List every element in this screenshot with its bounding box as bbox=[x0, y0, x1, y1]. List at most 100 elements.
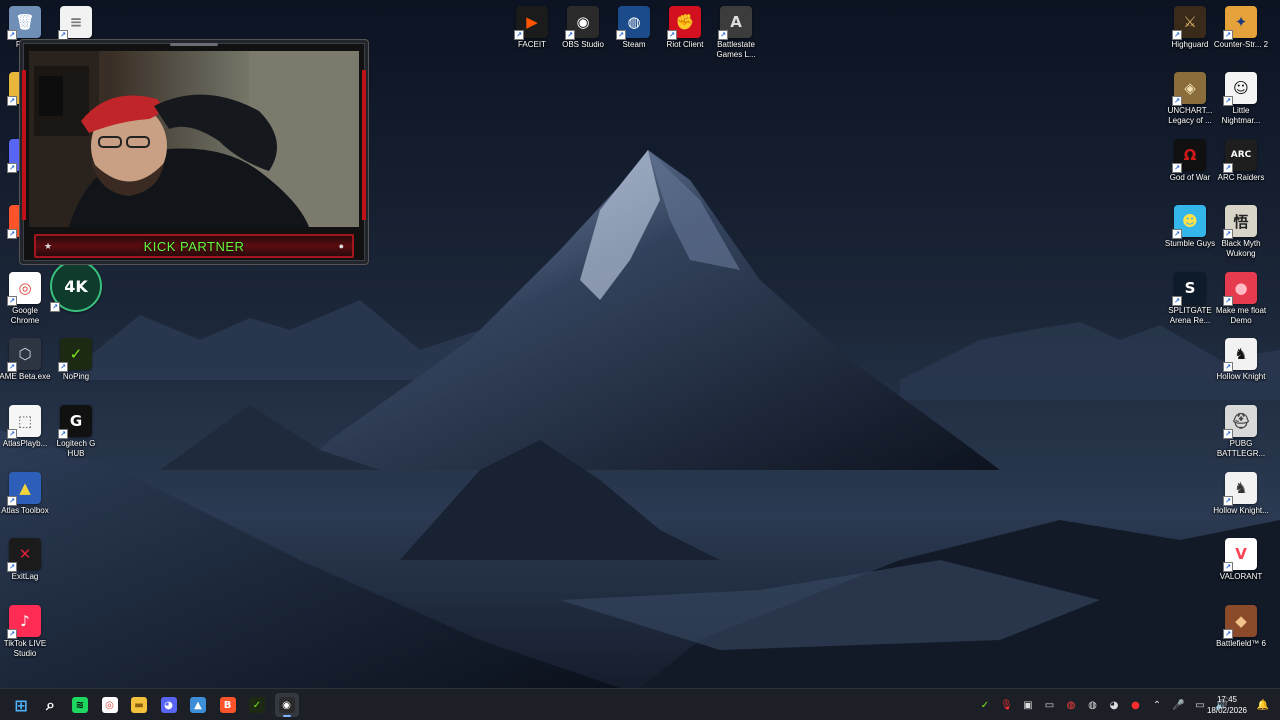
shortcut-arrow-icon: ↗ bbox=[7, 496, 17, 506]
shortcut-arrow-icon: ↗ bbox=[1223, 296, 1233, 306]
taskbar-discord-button[interactable]: ◕ bbox=[157, 693, 181, 717]
spotify-icon: ≋ bbox=[72, 697, 88, 713]
tiktok-live-icon: ♪ ↗ bbox=[7, 605, 41, 639]
taskbar-photos-button[interactable]: ▲ bbox=[186, 693, 210, 717]
desktop-shortcut-label: Google Chrome bbox=[10, 306, 40, 325]
webcam-video bbox=[29, 51, 359, 227]
taskbar-search-button[interactable]: ⌕ bbox=[39, 693, 63, 717]
god-of-war-icon: Ω ↗ bbox=[1172, 139, 1206, 173]
desktop-shortcut[interactable]: ⬚ ↗ AtlasPlayb... bbox=[0, 405, 53, 449]
shortcut-arrow-icon: ↗ bbox=[1223, 362, 1233, 372]
uncharted-icon: ◈ ↗ bbox=[1172, 72, 1206, 106]
desktop-shortcut[interactable]: ▲ ↗ Atlas Toolbox bbox=[0, 472, 53, 516]
shortcut-arrow-icon: ↗ bbox=[1172, 296, 1182, 306]
desktop-shortcut[interactable]: ≡ ↗ bbox=[48, 6, 104, 40]
desktop-shortcut[interactable]: ⛑ ↗ PUBG BATTLEGR... bbox=[1213, 405, 1269, 459]
ame-icon: ⬡ ↗ bbox=[7, 338, 41, 372]
desktop-shortcut[interactable]: ♞ ↗ Hollow Knight bbox=[1213, 338, 1269, 382]
desktop-shortcut[interactable]: ✦ ↗ Counter-Str... 2 bbox=[1213, 6, 1269, 50]
shortcut-arrow-icon: ↗ bbox=[1223, 429, 1233, 439]
desktop-shortcut[interactable]: ☺ ↗ Little Nightmar... bbox=[1213, 72, 1269, 126]
recording-tray-icon[interactable]: ● bbox=[1129, 698, 1143, 712]
desktop-shortcut-label: Riot Client bbox=[666, 40, 704, 49]
discord-tray-icon[interactable]: ◕ bbox=[1107, 698, 1121, 712]
highguard-icon: ⚔ ↗ bbox=[1172, 6, 1206, 40]
desktop-shortcut[interactable]: V ↗ VALORANT bbox=[1213, 538, 1269, 582]
clock-time: 17:45 bbox=[1216, 695, 1238, 704]
microphone-red-icon[interactable]: 🎙 bbox=[1000, 698, 1014, 712]
microphone-icon[interactable]: 🎤 bbox=[1172, 698, 1186, 712]
desktop-shortcut-label: Make me float Demo bbox=[1215, 306, 1267, 325]
shortcut-arrow-icon: ↗ bbox=[7, 629, 17, 639]
desktop-shortcut[interactable]: ⚔ ↗ Highguard bbox=[1162, 6, 1218, 50]
webcam-person-image bbox=[29, 51, 359, 227]
system-clock[interactable]: 17:45 18/02/2026 bbox=[1206, 694, 1248, 716]
desktop-shortcut-label: ARC Raiders bbox=[1217, 173, 1265, 182]
desktop-shortcut-label: OBS Studio bbox=[562, 40, 604, 49]
hollow-knight-silksong-icon: ♞ ↗ bbox=[1223, 472, 1257, 506]
desktop-shortcut[interactable]: ⬡ ↗ AME Beta.exe bbox=[0, 338, 53, 382]
windows-start-icon: ⊞ bbox=[14, 695, 28, 715]
desktop-shortcut[interactable]: A ↗ Battlestate Games L... bbox=[708, 6, 764, 60]
desktop-shortcut-label: VALORANT bbox=[1219, 572, 1263, 581]
shortcut-arrow-icon: ↗ bbox=[1223, 96, 1233, 106]
taskbar-file-explorer-button[interactable]: ▬ bbox=[127, 693, 151, 717]
desktop-shortcut[interactable]: G ↗ Logitech G HUB bbox=[48, 405, 104, 459]
desktop-shortcut[interactable]: ◎ ↗ Google Chrome bbox=[0, 272, 53, 326]
cs2-icon: ✦ ↗ bbox=[1223, 6, 1257, 40]
desktop-shortcut[interactable]: ● ↗ Make me float Demo bbox=[1213, 272, 1269, 326]
pubg-icon: ⛑ ↗ bbox=[1223, 405, 1257, 439]
desktop-shortcut[interactable]: ◉ ↗ OBS Studio bbox=[555, 6, 611, 50]
shortcut-arrow-icon: ↗ bbox=[7, 296, 17, 306]
shortcut-arrow-icon: ↗ bbox=[1223, 229, 1233, 239]
desktop-shortcut[interactable]: S ↗ SPLITGATE Arena Re... bbox=[1162, 272, 1218, 326]
overlay-accent-left bbox=[22, 70, 26, 220]
person-icon: ● bbox=[338, 241, 344, 251]
display-tray-icon[interactable]: ▭ bbox=[1043, 698, 1057, 712]
network-icon[interactable]: ▭ bbox=[1193, 698, 1207, 712]
desktop-shortcut-label: Stumble Guys bbox=[1164, 239, 1216, 248]
logitech-ghub-icon: G ↗ bbox=[58, 405, 92, 439]
riot-tray-icon[interactable]: ◍ bbox=[1064, 698, 1078, 712]
taskbar-chrome-button[interactable]: ◎ bbox=[98, 693, 122, 717]
desktop-shortcut[interactable]: ♪ ↗ TikTok LIVE Studio bbox=[0, 605, 53, 659]
taskbar-windows-start-button[interactable]: ⊞ bbox=[9, 693, 33, 717]
taskbar-brave-button[interactable]: B bbox=[216, 693, 240, 717]
desktop-shortcut[interactable]: 悟 ↗ Black Myth Wukong bbox=[1213, 205, 1269, 259]
desktop-shortcut[interactable]: 4K ↗ bbox=[48, 260, 104, 314]
desktop-shortcut[interactable]: ▶ ↗ FACEIT bbox=[504, 6, 560, 50]
desktop-shortcut-label: Little Nightmar... bbox=[1221, 106, 1261, 125]
desktop-shortcut[interactable]: ☻ ↗ Stumble Guys bbox=[1162, 205, 1218, 249]
desktop-shortcut[interactable]: ◍ ↗ Steam bbox=[606, 6, 662, 50]
desktop-shortcut-label: Black Myth Wukong bbox=[1221, 239, 1261, 258]
desktop-shortcut[interactable]: ARC ↗ ARC Raiders bbox=[1213, 139, 1269, 183]
notification-bell-icon[interactable]: 🔔 bbox=[1256, 698, 1270, 712]
steam-icon: ◍ ↗ bbox=[616, 6, 650, 40]
taskbar-noping-button[interactable]: ✓ bbox=[245, 693, 269, 717]
taskbar-spotify-button[interactable]: ≋ bbox=[68, 693, 92, 717]
shortcut-arrow-icon: ↗ bbox=[7, 30, 17, 40]
shortcut-arrow-icon: ↗ bbox=[1223, 30, 1233, 40]
discord-icon: ◕ bbox=[160, 697, 177, 713]
steam-tray-icon[interactable]: ◍ bbox=[1086, 698, 1100, 712]
desktop-shortcut[interactable]: ◆ ↗ Battlefield™ 6 bbox=[1213, 605, 1269, 649]
noping-tray-icon[interactable]: ✓ bbox=[978, 698, 992, 712]
desktop-shortcut[interactable]: ✊ ↗ Riot Client bbox=[657, 6, 713, 50]
desktop-shortcut[interactable]: ✕ ↗ ExitLag bbox=[0, 538, 53, 582]
desktop-shortcut[interactable]: ✓ ↗ NoPing bbox=[48, 338, 104, 382]
desktop-shortcut-label: NoPing bbox=[62, 372, 90, 381]
shortcut-arrow-icon: ↗ bbox=[7, 562, 17, 572]
webcam-overlay: ★ KICK PARTNER ● bbox=[20, 40, 368, 264]
chevron-up-icon[interactable]: ⌃ bbox=[1150, 698, 1164, 712]
desktop-shortcut[interactable]: ♞ ↗ Hollow Knight... bbox=[1213, 472, 1269, 516]
desktop-shortcut[interactable]: Ω ↗ God of War bbox=[1162, 139, 1218, 183]
obs-icon: ◉ ↗ bbox=[565, 6, 599, 40]
star-icon: ★ bbox=[44, 241, 53, 251]
taskbar-obs-button[interactable]: ◉ bbox=[274, 693, 299, 717]
shortcut-arrow-icon: ↗ bbox=[1172, 30, 1182, 40]
app-tray-icon[interactable]: ▣ bbox=[1021, 698, 1035, 712]
atlas-playbook-icon: ⬚ ↗ bbox=[7, 405, 41, 439]
desktop-shortcut[interactable]: ◈ ↗ UNCHART... Legacy of ... bbox=[1162, 72, 1218, 126]
desktop-shortcut-label: AtlasPlayb... bbox=[2, 439, 48, 448]
desktop-shortcut-label: TikTok LIVE Studio bbox=[3, 639, 47, 658]
